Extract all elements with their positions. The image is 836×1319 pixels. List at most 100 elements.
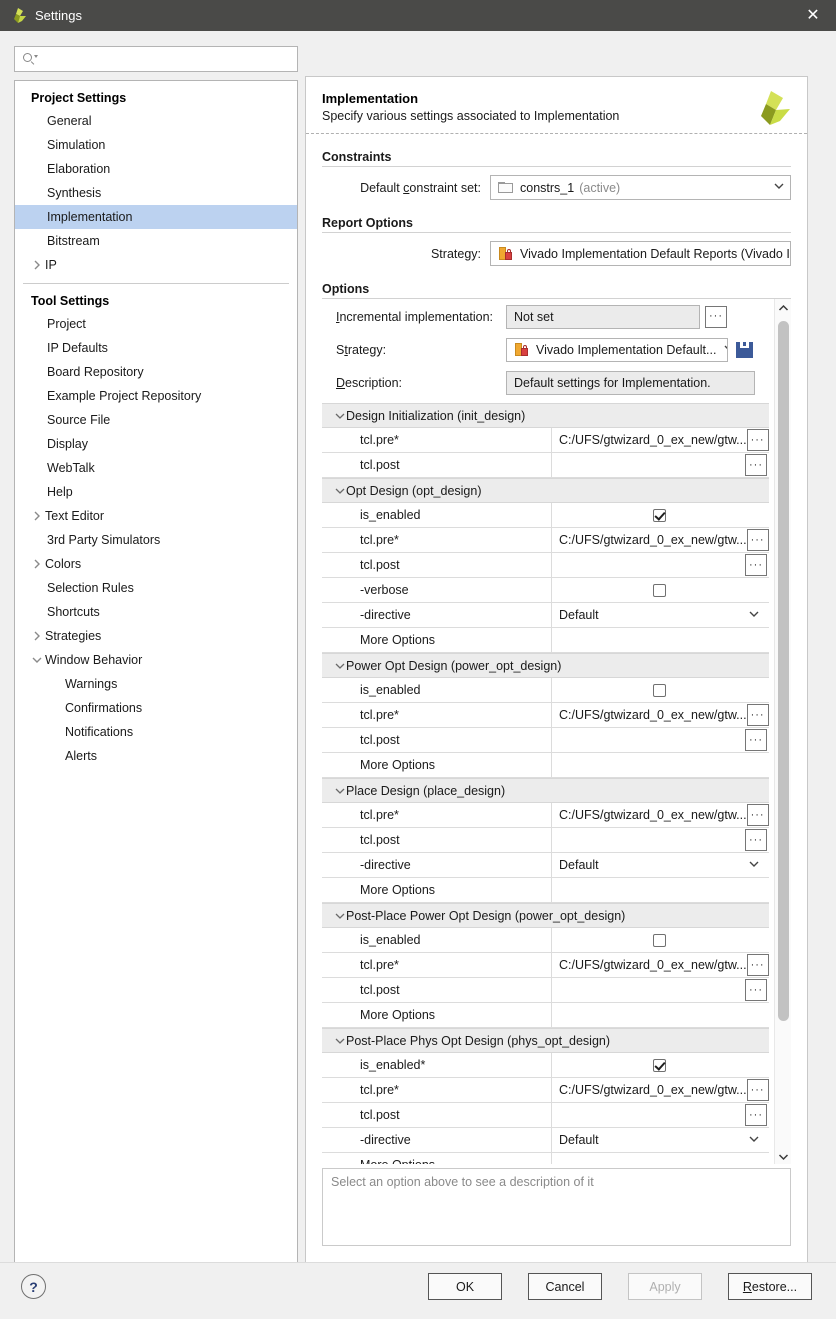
- table-row[interactable]: More Options: [322, 878, 769, 903]
- chevron-down-icon[interactable]: [334, 910, 346, 922]
- sidebar-item-warnings[interactable]: Warnings: [15, 672, 297, 696]
- chevron-down-icon[interactable]: [747, 857, 767, 874]
- chevron-down-icon[interactable]: [766, 179, 786, 196]
- row-value[interactable]: C:/UFS/gtwizard_0_ex_new/gtw... ···: [552, 1078, 769, 1102]
- row-value[interactable]: [552, 628, 769, 652]
- chevron-down-icon[interactable]: [747, 1132, 767, 1149]
- row-value[interactable]: [552, 678, 769, 702]
- sidebar-item-strategies[interactable]: Strategies: [15, 624, 297, 648]
- scroll-down-icon[interactable]: [775, 1148, 791, 1164]
- row-value[interactable]: ···: [552, 828, 769, 852]
- chevron-down-icon[interactable]: [334, 485, 346, 497]
- chevron-down-icon[interactable]: [747, 607, 767, 624]
- sidebar-item-bitstream[interactable]: Bitstream: [15, 229, 297, 253]
- row-value[interactable]: [552, 878, 769, 902]
- table-row[interactable]: More Options: [322, 753, 769, 778]
- options-description-field[interactable]: Default settings for Implementation.: [506, 370, 755, 395]
- sidebar-item-shortcuts[interactable]: Shortcuts: [15, 600, 297, 624]
- sidebar-item-ip-defaults[interactable]: IP Defaults: [15, 336, 297, 360]
- table-row[interactable]: is_enabled: [322, 503, 769, 528]
- table-row[interactable]: is_enabled: [322, 928, 769, 953]
- sidebar-item-source-file[interactable]: Source File: [15, 408, 297, 432]
- browse-button[interactable]: ···: [746, 1079, 769, 1101]
- row-value[interactable]: C:/UFS/gtwizard_0_ex_new/gtw... ···: [552, 428, 769, 452]
- cancel-button[interactable]: Cancel: [528, 1273, 602, 1300]
- sidebar-item-colors[interactable]: Colors: [15, 552, 297, 576]
- table-row[interactable]: tcl.post ···: [322, 1103, 769, 1128]
- options-group-header-post-place-phys-opt-design[interactable]: Post-Place Phys Opt Design (phys_opt_des…: [322, 1028, 769, 1053]
- row-value[interactable]: [552, 578, 769, 602]
- row-value[interactable]: C:/UFS/gtwizard_0_ex_new/gtw... ···: [552, 953, 769, 977]
- table-row[interactable]: tcl.post ···: [322, 553, 769, 578]
- table-row[interactable]: -directive Default: [322, 853, 769, 878]
- sidebar-item-synthesis[interactable]: Synthesis: [15, 181, 297, 205]
- row-value[interactable]: C:/UFS/gtwizard_0_ex_new/gtw... ···: [552, 528, 769, 552]
- browse-button[interactable]: ···: [745, 729, 767, 751]
- sidebar-item-webtalk[interactable]: WebTalk: [15, 456, 297, 480]
- chevron-down-icon[interactable]: [334, 660, 346, 672]
- restore-button[interactable]: Restore...: [728, 1273, 812, 1300]
- table-row[interactable]: tcl.pre* C:/UFS/gtwizard_0_ex_new/gtw...…: [322, 428, 769, 453]
- browse-button[interactable]: ···: [746, 704, 769, 726]
- table-row[interactable]: is_enabled*: [322, 1053, 769, 1078]
- sidebar-item-example-project-repository[interactable]: Example Project Repository: [15, 384, 297, 408]
- settings-nav-tree[interactable]: Project Settings General Simulation Elab…: [14, 80, 298, 1269]
- browse-button[interactable]: ···: [745, 979, 767, 1001]
- row-value[interactable]: [552, 1003, 769, 1027]
- checkbox-unchecked-icon[interactable]: [653, 583, 666, 597]
- browse-button[interactable]: ···: [746, 529, 769, 551]
- sidebar-item-board-repository[interactable]: Board Repository: [15, 360, 297, 384]
- options-group-header-opt-design[interactable]: Opt Design (opt_design): [322, 478, 769, 503]
- table-row[interactable]: More Options: [322, 628, 769, 653]
- table-row[interactable]: More Options: [322, 1153, 769, 1164]
- table-row[interactable]: is_enabled: [322, 678, 769, 703]
- chevron-down-icon[interactable]: [31, 654, 45, 666]
- sidebar-item-selection-rules[interactable]: Selection Rules: [15, 576, 297, 600]
- chevron-down-icon[interactable]: [334, 410, 346, 422]
- row-value[interactable]: ···: [552, 728, 769, 752]
- incremental-browse-button[interactable]: ···: [705, 305, 727, 328]
- sidebar-item-general[interactable]: General: [15, 109, 297, 133]
- checkbox-unchecked-icon[interactable]: [653, 933, 666, 947]
- sidebar-item-window-behavior[interactable]: Window Behavior: [15, 648, 297, 672]
- sidebar-item-3rd-party-simulators[interactable]: 3rd Party Simulators: [15, 528, 297, 552]
- sidebar-item-alerts[interactable]: Alerts: [15, 744, 297, 768]
- table-row[interactable]: -directive Default: [322, 603, 769, 628]
- table-row[interactable]: More Options: [322, 1003, 769, 1028]
- sidebar-item-elaboration[interactable]: Elaboration: [15, 157, 297, 181]
- browse-button[interactable]: ···: [745, 554, 767, 576]
- checkbox-checked-icon[interactable]: [653, 1058, 666, 1072]
- sidebar-item-simulation[interactable]: Simulation: [15, 133, 297, 157]
- row-value[interactable]: ···: [552, 1103, 769, 1127]
- report-strategy-dropdown[interactable]: Vivado Implementation Default Reports (V…: [490, 241, 791, 266]
- scroll-up-icon[interactable]: [775, 299, 791, 316]
- ok-button[interactable]: OK: [428, 1273, 502, 1300]
- row-value[interactable]: [552, 753, 769, 777]
- save-icon[interactable]: [736, 341, 753, 358]
- scrollbar-thumb[interactable]: [778, 321, 789, 1021]
- sidebar-item-text-editor[interactable]: Text Editor: [15, 504, 297, 528]
- checkbox-unchecked-icon[interactable]: [653, 683, 666, 697]
- row-value[interactable]: C:/UFS/gtwizard_0_ex_new/gtw... ···: [552, 803, 769, 827]
- table-row[interactable]: tcl.pre* C:/UFS/gtwizard_0_ex_new/gtw...…: [322, 953, 769, 978]
- default-constraint-set-dropdown[interactable]: constrs_1 (active): [490, 175, 791, 200]
- row-value[interactable]: [552, 1153, 769, 1164]
- row-value[interactable]: [552, 503, 769, 527]
- row-value[interactable]: [552, 928, 769, 952]
- table-row[interactable]: -directive Default: [322, 1128, 769, 1153]
- sidebar-item-display[interactable]: Display: [15, 432, 297, 456]
- browse-button[interactable]: ···: [745, 829, 767, 851]
- table-row[interactable]: tcl.post ···: [322, 453, 769, 478]
- sidebar-item-project[interactable]: Project: [15, 312, 297, 336]
- table-row[interactable]: -verbose: [322, 578, 769, 603]
- table-row[interactable]: tcl.pre* C:/UFS/gtwizard_0_ex_new/gtw...…: [322, 803, 769, 828]
- options-group-header-post-place-power-opt-design[interactable]: Post-Place Power Opt Design (power_opt_d…: [322, 903, 769, 928]
- table-row[interactable]: tcl.pre* C:/UFS/gtwizard_0_ex_new/gtw...…: [322, 1078, 769, 1103]
- sidebar-item-confirmations[interactable]: Confirmations: [15, 696, 297, 720]
- options-strategy-dropdown[interactable]: Vivado Implementation Default...: [506, 337, 728, 362]
- table-row[interactable]: tcl.post ···: [322, 828, 769, 853]
- chevron-right-icon[interactable]: [31, 558, 45, 570]
- browse-button[interactable]: ···: [746, 429, 769, 451]
- options-group-header-init-design[interactable]: Design Initialization (init_design): [322, 403, 769, 428]
- browse-button[interactable]: ···: [746, 804, 769, 826]
